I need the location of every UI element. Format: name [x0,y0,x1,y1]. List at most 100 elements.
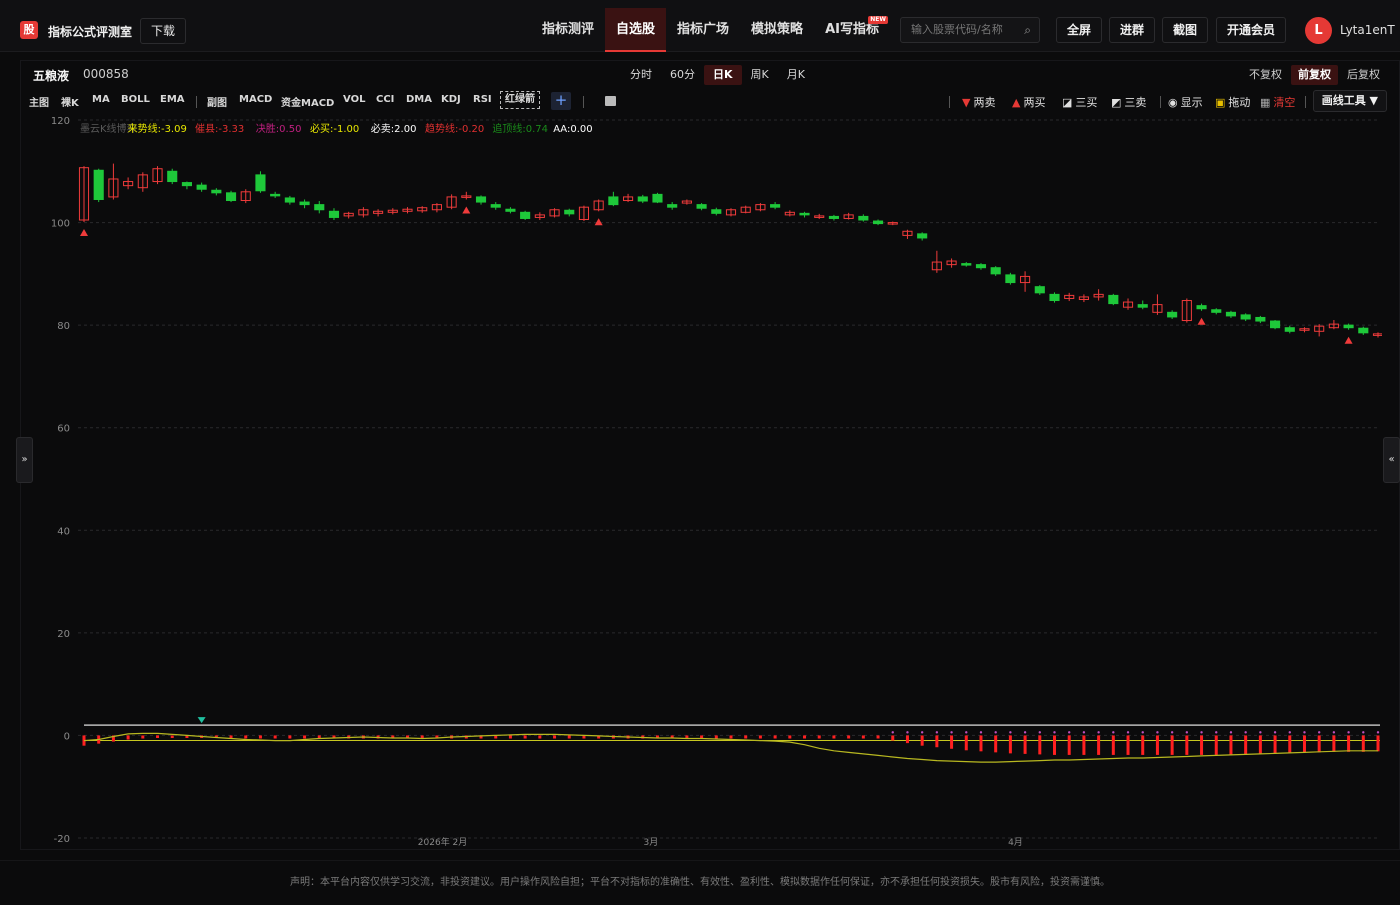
membership-button[interactable]: 开通会员 [1216,17,1287,43]
adjust-forward[interactable]: 前复权 [1291,65,1338,85]
indicator-bar [1332,735,1336,752]
y-tick-label: 40 [57,526,70,537]
indicator-dot [891,731,894,734]
legend-entry: 催县:-3.33 [195,122,244,135]
indicator-bar [288,735,292,739]
indicator-bar [1317,735,1321,753]
indicator-bar [1155,735,1159,755]
adjust-none[interactable]: 不复权 [1242,65,1289,85]
indicator-dot [979,731,983,734]
y-tick-label: 0 [64,731,70,742]
expand-left-panel-button[interactable]: » [16,437,33,483]
indicator-dma[interactable]: DMA [406,94,432,105]
indicator-bar [935,735,939,748]
indicator-bar [1361,735,1365,752]
candle-body [564,209,575,215]
period-weekly[interactable]: 周K [742,65,778,85]
nav-item-indicator-square[interactable]: 指标广场 [666,8,740,52]
site-logo[interactable]: 股 [20,21,38,39]
candle-body [828,215,839,219]
candle-body [167,170,178,183]
tool-clear[interactable]: ▦ 清空 [1260,94,1295,110]
candle-body [990,267,1001,275]
save-icon[interactable] [605,96,616,106]
period-60min[interactable]: 60分 [661,65,704,85]
indicator-bar [258,735,262,739]
join-group-button[interactable]: 进群 [1109,17,1156,43]
indicator-vol[interactable]: VOL [343,94,365,105]
candle-body [270,193,281,197]
indicator-bar [1111,735,1115,755]
stock-search-input[interactable]: 输入股票代码/名称 ⌕ [900,17,1040,43]
indicator-naked-k[interactable]: 裸K [61,94,79,109]
indicator-bar [876,735,880,739]
avatar[interactable]: L [1305,17,1332,44]
indicator-red-green-arrow[interactable]: 红绿箭 [500,91,540,109]
legend-entry: 趋势线:-0.20 [425,122,484,135]
indicator-dot [1038,731,1041,734]
y-tick-label: 60 [57,424,70,435]
period-monthly[interactable]: 月K [778,65,814,85]
indicator-dot [994,731,997,734]
indicator-bar [1229,735,1233,755]
candle-body [770,204,781,208]
candle-body [1211,309,1222,313]
username[interactable]: Lyta1enT [1340,23,1395,37]
tool-two-buy[interactable]: ▲ 两买 [1012,94,1045,110]
indicator-dot [1082,731,1086,734]
tool-show[interactable]: ◉ 显示 [1168,94,1203,110]
period-intraday[interactable]: 分时 [621,65,661,85]
indicator-bar [714,735,718,739]
tool-two-sell[interactable]: ▼ 两卖 [962,94,995,110]
tool-three-buy[interactable]: ◪ 三买 [1062,94,1097,110]
tool-three-sell[interactable]: ◩ 三卖 [1111,94,1146,110]
add-indicator-button[interactable]: + [551,92,571,110]
candle-body [505,208,516,212]
buy-signal-marker [594,218,603,226]
indicator-dot [1317,731,1321,734]
candle-body [1196,305,1207,310]
draw-tool-dropdown[interactable]: 画线工具 ▼ [1312,90,1387,112]
indicator-bar [979,735,983,752]
screenshot-button[interactable]: 截图 [1162,17,1209,43]
indicator-cci[interactable]: CCI [376,94,394,105]
lock-icon: ▣ [1215,96,1226,109]
nav-item-indicator-review[interactable]: 指标测评 [531,8,605,52]
indicator-dot [1009,731,1012,734]
indicator-fund-macd[interactable]: 资金MACD [281,94,334,109]
indicator-boll[interactable]: BOLL [121,94,150,105]
line-chart-icon: ◩ [1111,96,1122,109]
indicator-bar [773,735,777,739]
period-daily[interactable]: 日K [704,65,742,85]
indicator-bar [1038,735,1042,755]
buy-signal-marker [1197,317,1206,325]
indicator-kdj[interactable]: KDJ [441,94,461,105]
candle-body [1270,320,1281,329]
candlestick-chart[interactable]: 120100806040200-20 2026年 2月 3月 4月墨云K线博弈来势线:… [20,112,1382,847]
legend-entry: 来势线:-3.09 [128,122,187,135]
indicator-macd[interactable]: MACD [239,94,272,105]
nav-item-simulated-strategy[interactable]: 模拟策略 [740,8,814,52]
indicator-bar [1067,735,1071,755]
indicator-bar [803,735,807,739]
download-button[interactable]: 下载 [140,18,187,44]
indicator-bar [788,735,792,739]
candle-body [490,204,501,208]
nav-item-ai-indicator[interactable]: AI写指标 NEW [814,8,890,52]
site-title[interactable]: 指标公式评测室 [48,23,132,40]
legend-entry: AA:0.00 [553,124,592,135]
buy-signal-marker [462,206,471,214]
nav-item-watchlist[interactable]: 自选股 [605,8,667,52]
indicator-dot [1097,731,1100,734]
search-icon[interactable]: ⌕ [1024,18,1031,42]
sub-chart-label: 副图 [207,98,227,109]
adjust-backward[interactable]: 后复权 [1340,65,1387,85]
fullscreen-button[interactable]: 全屏 [1056,17,1103,43]
indicator-ma[interactable]: MA [92,94,110,105]
indicator-ema[interactable]: EMA [160,94,185,105]
indicator-bar [861,735,865,739]
expand-right-panel-button[interactable]: « [1383,437,1400,483]
candle-body [1284,327,1295,332]
tool-drag[interactable]: ▣ 拖动 [1215,94,1250,110]
indicator-rsi[interactable]: RSI [473,94,492,105]
